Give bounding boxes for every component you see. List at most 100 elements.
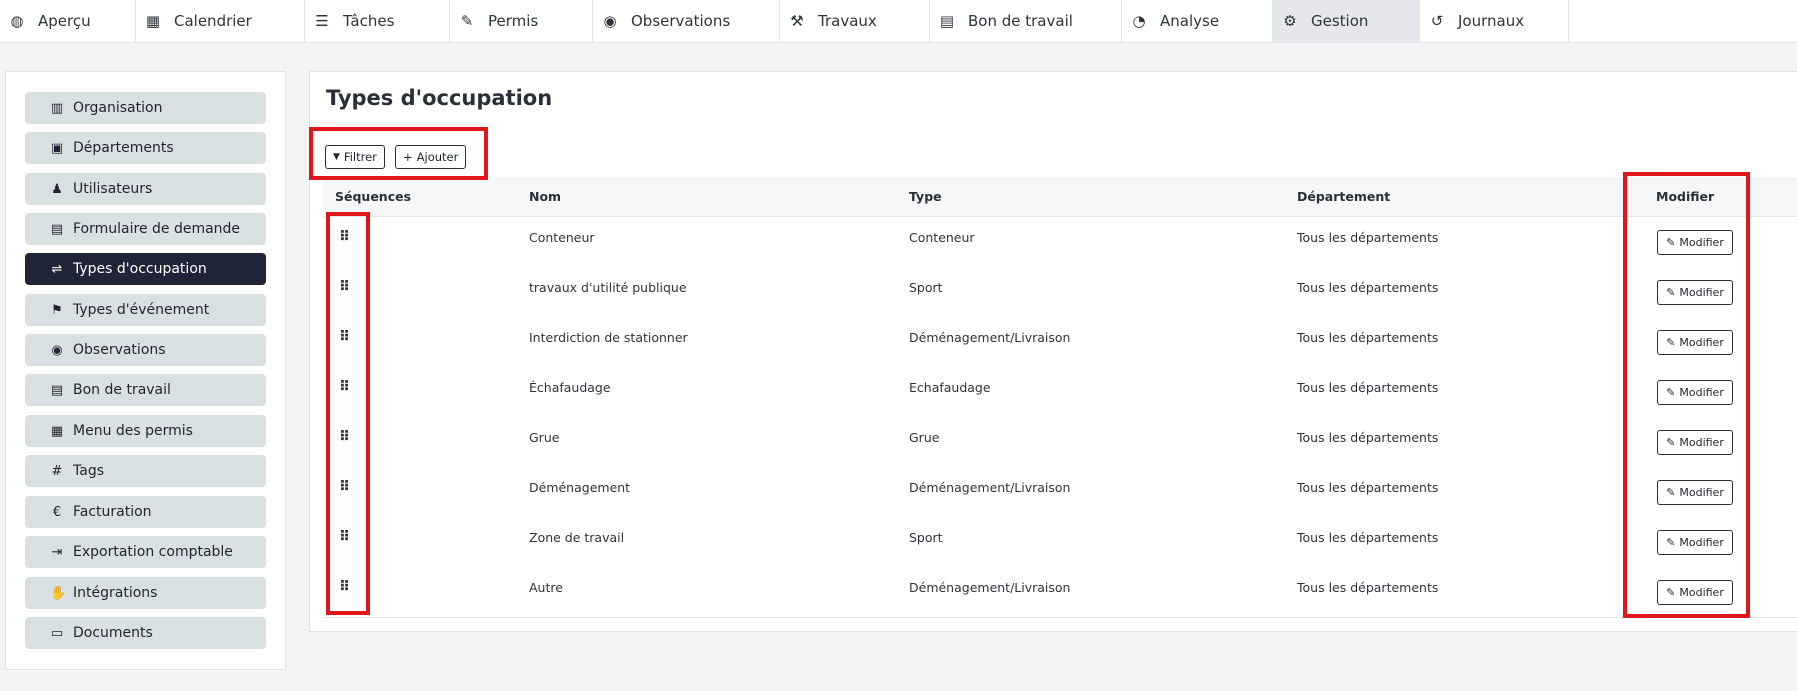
drag-handle-icon[interactable]: ⠿ [339, 579, 350, 595]
tab-label: Aperçu [38, 12, 91, 30]
edit-button[interactable]: ✎ Modifier [1657, 380, 1733, 405]
sidebar-item-types-evenement[interactable]: ⚑ Types d'événement [25, 294, 266, 326]
cell-departement: Tous les départements [1297, 280, 1439, 295]
table-icon: ▣ [50, 140, 64, 156]
sidebar: ▥ Organisation ▣ Départements ♟ Utilisateur… [5, 71, 286, 670]
edit-button[interactable]: ✎ Modifier [1657, 280, 1733, 305]
add-label: Ajouter [416, 150, 459, 164]
sidebar-item-label: Types d'occupation [73, 261, 207, 277]
table-row: ⠿ Déménagement Déménagement/Livraison To… [323, 467, 1797, 518]
file-icon: ▤ [50, 382, 64, 398]
cell-departement: Tous les départements [1297, 230, 1439, 245]
tab-label: Travaux [818, 12, 877, 30]
signpost-icon: ⇌ [51, 261, 63, 277]
filter-button[interactable]: ▼ Filtrer [325, 145, 385, 169]
sidebar-item-types-occupation[interactable]: ⇌ Types d'occupation [25, 253, 266, 285]
tab-calendrier[interactable]: ▦ Calendrier [136, 0, 305, 42]
sidebar-item-label: Tags [73, 463, 104, 479]
table-row: ⠿ Zone de travail Sport Tous les départe… [323, 517, 1797, 568]
cell-nom: travaux d'utilité publique [529, 280, 687, 295]
edit-label: Modifier [1679, 386, 1724, 399]
table-row: ⠿ Conteneur Conteneur Tous les départeme… [323, 217, 1797, 268]
pencil-icon: ✎ [1666, 336, 1676, 349]
sidebar-item-menu-permis[interactable]: ▦ Menu des permis [25, 415, 266, 447]
sidebar-item-integrations[interactable]: ✋ Intégrations [25, 577, 266, 609]
sidebar-item-label: Intégrations [73, 585, 158, 601]
cell-departement: Tous les départements [1297, 330, 1439, 345]
cell-departement: Tous les départements [1297, 430, 1439, 445]
tab-analyse[interactable]: ◔ Analyse [1122, 0, 1273, 42]
sidebar-item-facturation[interactable]: € Facturation [25, 496, 266, 528]
col-departement: Département [1297, 189, 1391, 204]
cell-nom: Autre [529, 580, 563, 595]
gears-icon: ⚙ [1283, 12, 1297, 30]
flag-icon: ⚑ [51, 302, 63, 318]
edit-button[interactable]: ✎ Modifier [1657, 330, 1733, 355]
tab-observations[interactable]: ◉ Observations [593, 0, 780, 42]
sidebar-item-observations[interactable]: ◉ Observations [25, 334, 266, 366]
sidebar-item-label: Départements [73, 140, 174, 156]
tab-gestion[interactable]: ⚙ Gestion [1273, 0, 1420, 42]
tab-apercu[interactable]: ◍ Aperçu [0, 0, 136, 42]
file-export-icon: ⇥ [51, 544, 63, 560]
cell-nom: Grue [529, 430, 560, 445]
drag-handle-icon[interactable]: ⠿ [339, 229, 350, 245]
sidebar-item-label: Utilisateurs [73, 181, 153, 197]
filter-label: Filtrer [343, 150, 377, 164]
sidebar-item-utilisateurs[interactable]: ♟ Utilisateurs [25, 173, 266, 205]
gauge-icon: ◔ [1132, 12, 1146, 30]
cell-departement: Tous les départements [1297, 580, 1439, 595]
pencil-icon: ✎ [1666, 586, 1676, 599]
drag-handle-icon[interactable]: ⠿ [339, 279, 350, 295]
edit-label: Modifier [1679, 436, 1724, 449]
col-sequences: Séquences [335, 189, 412, 204]
sidebar-item-departements[interactable]: ▣ Départements [25, 132, 266, 164]
cell-departement: Tous les départements [1297, 530, 1439, 545]
drag-handle-icon[interactable]: ⠿ [339, 379, 350, 395]
tab-permis[interactable]: ✎ Permis [450, 0, 593, 42]
edit-label: Modifier [1679, 286, 1724, 299]
edit-button[interactable]: ✎ Modifier [1657, 480, 1733, 505]
sidebar-item-organisation[interactable]: ▥ Organisation [25, 92, 266, 124]
add-button[interactable]: + Ajouter [395, 145, 467, 169]
drag-handle-icon[interactable]: ⠿ [339, 329, 350, 345]
cell-type: Conteneur [909, 230, 975, 245]
cell-nom: Zone de travail [529, 530, 625, 545]
edit-button[interactable]: ✎ Modifier [1657, 430, 1733, 455]
cell-nom: Échafaudage [529, 380, 611, 395]
tab-journaux[interactable]: ↺ Journaux [1420, 0, 1569, 42]
sidebar-item-exportation[interactable]: ⇥ Exportation comptable [25, 536, 266, 568]
edit-button[interactable]: ✎ Modifier [1657, 230, 1733, 255]
sidebar-item-tags[interactable]: # Tags [25, 455, 266, 487]
worker-icon: ⚒ [790, 12, 804, 30]
cell-type: Sport [909, 530, 943, 545]
sidebar-item-label: Types d'événement [73, 302, 210, 318]
drag-handle-icon[interactable]: ⠿ [339, 529, 350, 545]
building-icon: ▥ [50, 100, 64, 116]
sidebar-item-documents[interactable]: ▭ Documents [25, 617, 266, 649]
cell-nom: Conteneur [529, 230, 595, 245]
edit-button[interactable]: ✎ Modifier [1657, 530, 1733, 555]
handshake-icon: ✋ [50, 585, 67, 601]
edit-button[interactable]: ✎ Modifier [1657, 580, 1733, 605]
sidebar-item-label: Documents [73, 625, 153, 641]
sidebar-item-bon-de-travail[interactable]: ▤ Bon de travail [25, 374, 266, 406]
col-modifier: Modifier [1656, 189, 1715, 204]
folder-icon: ▭ [50, 625, 64, 641]
tab-travaux[interactable]: ⚒ Travaux [780, 0, 930, 42]
cell-type: Grue [909, 430, 940, 445]
table-row: ⠿ Autre Déménagement/Livraison Tous les … [323, 567, 1797, 618]
tab-label: Permis [488, 12, 539, 30]
tasks-icon: ☰ [315, 12, 329, 30]
table-row: ⠿ Échafaudage Echafaudage Tous les dépar… [323, 367, 1797, 418]
drag-handle-icon[interactable]: ⠿ [339, 479, 350, 495]
tab-taches[interactable]: ☰ Tâches [305, 0, 450, 42]
tab-label: Observations [631, 12, 731, 30]
edit-label: Modifier [1679, 486, 1724, 499]
tab-label: Calendrier [174, 12, 252, 30]
pencil-icon: ✎ [1666, 436, 1676, 449]
tab-bon-de-travail[interactable]: ▤ Bon de travail [930, 0, 1122, 42]
eye-icon: ◉ [51, 342, 63, 358]
drag-handle-icon[interactable]: ⠿ [339, 429, 350, 445]
sidebar-item-formulaire[interactable]: ▤ Formulaire de demande [25, 213, 266, 245]
